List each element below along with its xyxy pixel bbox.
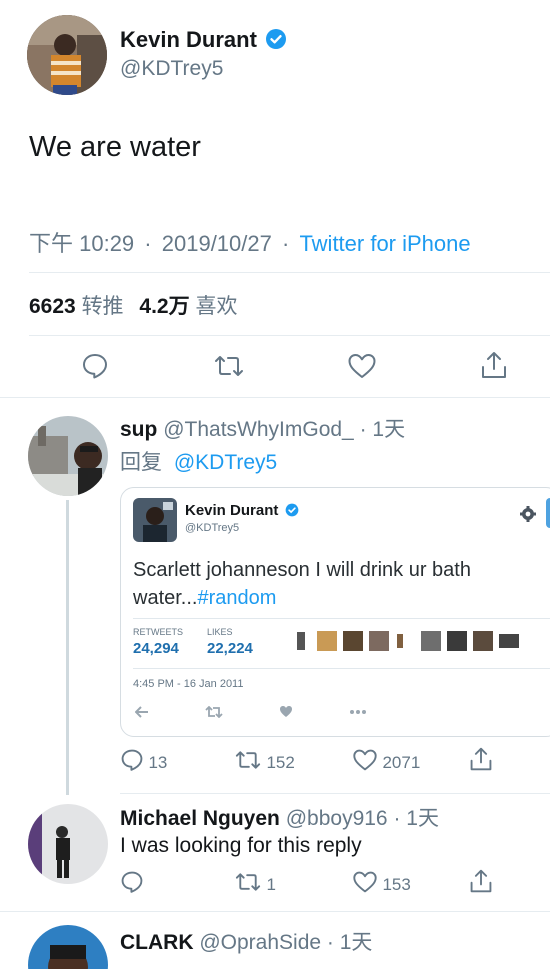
- embedded-tweet-image[interactable]: Kevin Durant @KDTrey5 Scarlett johanneso…: [120, 487, 550, 737]
- likes-count: 4.2万: [139, 295, 190, 318]
- tweet-source-link[interactable]: Twitter for iPhone: [299, 231, 470, 256]
- embedded-divider: [133, 668, 550, 669]
- main-author-avatar[interactable]: [27, 15, 107, 95]
- main-author-name[interactable]: Kevin Durant: [120, 27, 257, 52]
- reply1-author-avatar[interactable]: [28, 416, 108, 496]
- reply2-text: I was looking for this reply: [120, 834, 362, 857]
- gear-icon: [519, 505, 537, 523]
- likes-label: 喜欢: [195, 295, 238, 318]
- share-icon[interactable]: [469, 746, 493, 772]
- retweets-count: 6623: [29, 295, 76, 318]
- reply3-author-avatar[interactable]: [28, 925, 108, 969]
- reply2-author-handle[interactable]: @bboy916: [286, 807, 388, 830]
- reply2-action-bar: 1 153: [120, 868, 550, 900]
- reply1-like-button[interactable]: 2071: [352, 748, 420, 773]
- reply-icon: [120, 870, 144, 894]
- main-author-handle[interactable]: @KDTrey5: [120, 57, 223, 81]
- reply1-author-name[interactable]: sup: [120, 418, 157, 441]
- embedded-author-name-row: Kevin Durant: [185, 502, 299, 520]
- reply2-retweet-button[interactable]: 1: [234, 870, 276, 895]
- reply2-author-name[interactable]: Michael Nguyen: [120, 807, 280, 830]
- reply1-retweet-count: 152: [266, 753, 295, 772]
- reply1-action-bar: 13 152 2071: [120, 746, 550, 778]
- embedded-author-name: Kevin Durant: [185, 502, 279, 519]
- replying-to-label: 回复: [120, 451, 162, 474]
- embedded-likers-avatars: [297, 630, 527, 657]
- reply1-header: sup @ThatsWhyImGod_ · 1天: [120, 413, 405, 443]
- retweets-stat[interactable]: 6623 转推: [29, 295, 129, 318]
- tweet-date: 2019/10/27: [161, 231, 272, 256]
- reply3-author-name[interactable]: CLARK: [120, 931, 194, 954]
- likes-stat[interactable]: 4.2万 喜欢: [139, 295, 237, 318]
- share-icon[interactable]: [480, 350, 508, 380]
- reply1-time: · 1天: [359, 418, 406, 441]
- divider: [120, 793, 550, 794]
- embedded-tweet-text: Scarlett johanneson I will drink ur bath…: [133, 556, 533, 612]
- replying-to-handle[interactable]: @KDTrey5: [174, 451, 277, 474]
- embedded-divider: [133, 618, 550, 619]
- embedded-more-icon: [349, 709, 367, 715]
- divider: [29, 335, 550, 336]
- divider: [0, 911, 550, 912]
- retweet-icon: [234, 748, 262, 772]
- reply2-time: · 1天: [393, 807, 439, 830]
- reply1-comment-count: 13: [148, 753, 168, 772]
- divider: [29, 272, 550, 273]
- divider: [0, 397, 550, 398]
- meta-separator: ·: [281, 231, 290, 256]
- reply2-comment-button[interactable]: [120, 870, 144, 895]
- reply2-like-count: 153: [382, 875, 411, 894]
- retweets-label: 转推: [81, 295, 124, 318]
- like-icon: [352, 870, 378, 894]
- reply2-retweet-count: 1: [266, 875, 276, 894]
- main-tweet-meta: 下午 10:29 · 2019/10/27 · Twitter for iPho…: [29, 226, 471, 258]
- reply1-author-handle[interactable]: @ThatsWhyImGod_: [163, 418, 354, 441]
- main-tweet-stats: 6623 转推 4.2万 喜欢: [29, 290, 237, 320]
- reply1-replying-to: 回复 @KDTrey5: [120, 446, 277, 476]
- embedded-retweet-icon: [205, 706, 223, 718]
- reply1-comment-button[interactable]: 13: [120, 748, 167, 773]
- reply3-author-handle[interactable]: @OprahSide: [199, 931, 321, 954]
- verified-icon: [265, 28, 287, 50]
- embedded-author-avatar: [133, 498, 177, 542]
- reply2-like-button[interactable]: 153: [352, 870, 411, 895]
- share-icon[interactable]: [469, 868, 493, 894]
- embedded-timestamp: 4:45 PM - 16 Jan 2011: [133, 678, 244, 690]
- embedded-reply-icon: [135, 706, 149, 718]
- reply-icon[interactable]: [81, 352, 109, 380]
- retweet-icon[interactable]: [213, 352, 245, 380]
- meta-separator: ·: [144, 231, 152, 256]
- reply2-author-avatar[interactable]: [28, 804, 108, 884]
- tweet-time: 下午 10:29: [29, 231, 135, 256]
- like-icon: [352, 748, 378, 772]
- embedded-likes-value: 22,224: [207, 640, 253, 657]
- reply1-retweet-button[interactable]: 152: [234, 748, 295, 773]
- embedded-like-icon: [279, 705, 293, 718]
- embedded-author-handle: @KDTrey5: [185, 522, 240, 534]
- reply3-time: · 1天: [326, 931, 373, 954]
- reply2-header: Michael Nguyen @bboy916 · 1天: [120, 802, 439, 832]
- like-icon[interactable]: [347, 352, 377, 380]
- reply3-header: CLARK @OprahSide · 1天: [120, 926, 372, 956]
- follow-button-edge: [546, 498, 550, 528]
- embedded-hashtag: #random: [197, 587, 277, 609]
- reply-icon: [120, 748, 144, 772]
- embedded-retweets-label: RETWEETS: [133, 627, 184, 637]
- verified-icon: [285, 503, 299, 517]
- main-author-name-row: Kevin Durant: [120, 27, 287, 53]
- embedded-text-body: Scarlett johanneson I will drink ur bath…: [133, 559, 471, 609]
- reply1-like-count: 2071: [382, 753, 421, 772]
- embedded-retweets-value: 24,294: [133, 640, 179, 657]
- thread-line: [66, 500, 69, 795]
- retweet-icon: [234, 870, 262, 894]
- embedded-likes-label: LIKES: [207, 627, 233, 637]
- main-tweet-text: We are water: [29, 131, 201, 163]
